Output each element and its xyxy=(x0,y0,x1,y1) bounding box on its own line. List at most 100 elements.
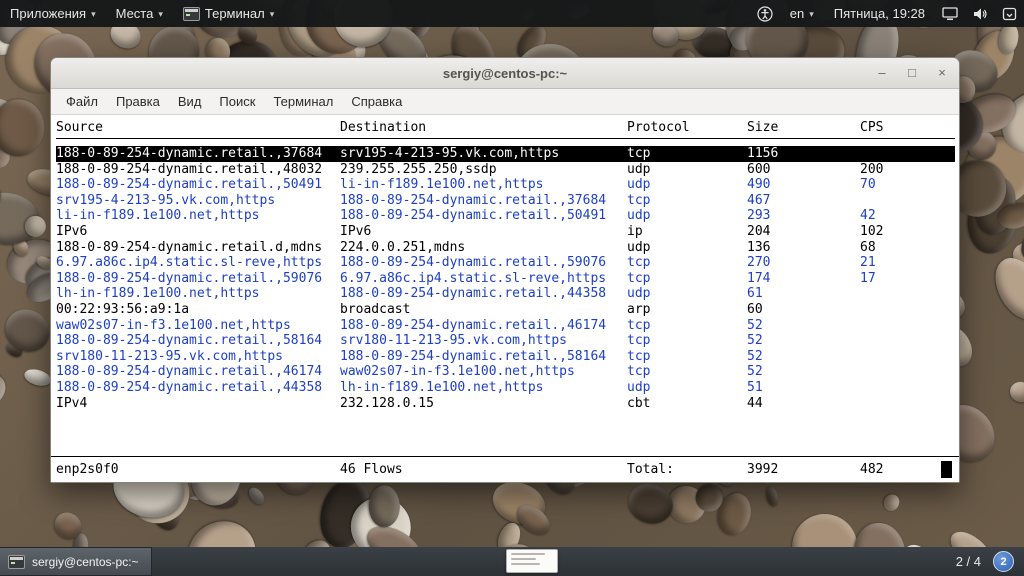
activity-indicator xyxy=(941,461,952,478)
cell-source: li-in-f189.1e100.net,https xyxy=(56,208,340,224)
cell-size: 52 xyxy=(747,349,860,365)
terminal-screen[interactable]: Source Destination Protocol Size CPS 188… xyxy=(51,115,959,482)
cell-source: IPv4 xyxy=(56,396,340,412)
cell-destination: broadcast xyxy=(340,302,627,318)
cell-destination: 188-0-89-254-dynamic.retail.,46174 xyxy=(340,318,627,334)
clock-menu[interactable]: Пятница, 19:28 xyxy=(824,0,935,27)
keyboard-layout-menu[interactable]: en ▾ xyxy=(780,0,824,27)
menu-view[interactable]: Вид xyxy=(169,91,211,112)
titlebar[interactable]: sergiy@centos-pc:~ – □ × xyxy=(51,58,959,89)
cell-size: 52 xyxy=(747,364,860,380)
cell-size: 174 xyxy=(747,271,860,287)
flow-table: 188-0-89-254-dynamic.retail.,37684srv195… xyxy=(56,146,955,411)
cell-size: 1156 xyxy=(747,146,860,162)
flow-row[interactable]: srv180-11-213-95.vk.com,https188-0-89-25… xyxy=(56,349,955,365)
cell-destination: 6.97.a86c.ip4.static.sl-reve,https xyxy=(340,271,627,287)
flow-row[interactable]: 188-0-89-254-dynamic.retail.,44358lh-in-… xyxy=(56,380,955,396)
status-interface: enp2s0f0 xyxy=(56,462,340,477)
minimize-button[interactable]: – xyxy=(875,66,889,80)
maximize-button[interactable]: □ xyxy=(905,66,919,80)
terminal-icon xyxy=(8,555,25,569)
chevron-down-icon: ▾ xyxy=(158,9,163,20)
flow-row[interactable]: li-in-f189.1e100.net,https188-0-89-254-d… xyxy=(56,208,955,224)
flow-row[interactable]: waw02s07-in-f3.1e100.net,https188-0-89-2… xyxy=(56,318,955,334)
flow-row[interactable]: 188-0-89-254-dynamic.retail.d,mdns224.0.… xyxy=(56,240,955,256)
flow-row[interactable]: 188-0-89-254-dynamic.retail.,58164srv180… xyxy=(56,333,955,349)
cell-cps xyxy=(860,146,955,162)
cell-cps xyxy=(860,286,955,302)
menu-help[interactable]: Справка xyxy=(342,91,411,112)
window-controls: – □ × xyxy=(875,58,949,88)
notification-indicator[interactable] xyxy=(995,0,1024,27)
header-protocol: Protocol xyxy=(627,119,747,138)
display-indicator[interactable] xyxy=(935,0,965,27)
cell-cps: 70 xyxy=(860,177,955,193)
cell-protocol: udp xyxy=(627,380,747,396)
taskbar-right: 2 / 4 2 xyxy=(956,551,1024,572)
window-preview-popup xyxy=(506,549,558,573)
chevron-down-icon: ▾ xyxy=(270,9,275,20)
flow-row[interactable]: 188-0-89-254-dynamic.retail.,48032239.25… xyxy=(56,162,955,178)
preview-line xyxy=(511,558,536,560)
cell-protocol: cbt xyxy=(627,396,747,412)
cell-protocol: tcp xyxy=(627,271,747,287)
menu-search[interactable]: Поиск xyxy=(210,91,264,112)
cell-destination: 188-0-89-254-dynamic.retail.,37684 xyxy=(340,193,627,209)
cell-protocol: arp xyxy=(627,302,747,318)
flow-row[interactable]: 188-0-89-254-dynamic.retail.,37684srv195… xyxy=(56,146,955,162)
cell-cps: 200 xyxy=(860,162,955,178)
flow-row[interactable]: 00:22:93:56:a9:1abroadcastarp60 xyxy=(56,302,955,318)
accessibility-menu[interactable] xyxy=(750,0,780,27)
places-menu[interactable]: Места ▾ xyxy=(106,0,173,27)
keyboard-layout-label: en xyxy=(790,6,804,21)
taskbar-item-terminal[interactable]: sergiy@centos-pc:~ xyxy=(0,547,152,576)
cell-source: srv195-4-213-95.vk.com,https xyxy=(56,193,340,209)
flow-row[interactable]: 188-0-89-254-dynamic.retail.,50491li-in-… xyxy=(56,177,955,193)
cell-cps: 42 xyxy=(860,208,955,224)
cell-protocol: tcp xyxy=(627,364,747,380)
chevron-down-icon: ▾ xyxy=(91,9,96,20)
cell-size: 60 xyxy=(747,302,860,318)
cell-protocol: tcp xyxy=(627,255,747,271)
cell-destination: srv195-4-213-95.vk.com,https xyxy=(340,146,627,162)
flow-row[interactable]: srv195-4-213-95.vk.com,https188-0-89-254… xyxy=(56,193,955,209)
flow-row[interactable]: 188-0-89-254-dynamic.retail.,590766.97.a… xyxy=(56,271,955,287)
menu-file[interactable]: Файл xyxy=(57,91,107,112)
cell-size: 204 xyxy=(747,224,860,240)
cell-size: 136 xyxy=(747,240,860,256)
cell-source: waw02s07-in-f3.1e100.net,https xyxy=(56,318,340,334)
cell-destination: 224.0.0.251,mdns xyxy=(340,240,627,256)
flow-row[interactable]: lh-in-f189.1e100.net,https188-0-89-254-d… xyxy=(56,286,955,302)
notification-badge[interactable]: 2 xyxy=(993,551,1014,572)
cell-cps: 102 xyxy=(860,224,955,240)
app-menu-terminal[interactable]: Терминал ▾ xyxy=(173,0,284,27)
cell-cps xyxy=(860,193,955,209)
close-button[interactable]: × xyxy=(935,66,949,80)
menu-edit[interactable]: Правка xyxy=(107,91,169,112)
cell-destination: 188-0-89-254-dynamic.retail.,59076 xyxy=(340,255,627,271)
flow-row[interactable]: IPv4232.128.0.15cbt44 xyxy=(56,396,955,412)
taskbar-item-label: sergiy@centos-pc:~ xyxy=(32,555,139,569)
cell-source: lh-in-f189.1e100.net,https xyxy=(56,286,340,302)
cell-cps: 17 xyxy=(860,271,955,287)
display-icon xyxy=(942,7,958,21)
tray-icon xyxy=(1002,7,1017,21)
cell-protocol: ip xyxy=(627,224,747,240)
flow-row[interactable]: 6.97.a86c.ip4.static.sl-reve,https188-0-… xyxy=(56,255,955,271)
cell-cps xyxy=(860,349,955,365)
cell-cps: 21 xyxy=(860,255,955,271)
status-total: 3992 xyxy=(747,462,860,477)
cell-cps xyxy=(860,396,955,412)
cell-destination: 188-0-89-254-dynamic.retail.,50491 xyxy=(340,208,627,224)
volume-indicator[interactable] xyxy=(965,0,995,27)
preview-line xyxy=(511,553,545,555)
status-bar: enp2s0f0 46 Flows Total: 3992 482 xyxy=(51,456,959,482)
menu-terminal[interactable]: Терминал xyxy=(264,91,342,112)
applications-menu[interactable]: Приложения ▾ xyxy=(0,0,106,27)
header-cps: CPS xyxy=(860,119,955,138)
workspace-pager[interactable]: 2 / 4 xyxy=(956,554,981,569)
speaker-icon xyxy=(972,7,988,21)
flow-row[interactable]: IPv6IPv6ip204102 xyxy=(56,224,955,240)
cell-protocol: tcp xyxy=(627,318,747,334)
flow-row[interactable]: 188-0-89-254-dynamic.retail.,46174waw02s… xyxy=(56,364,955,380)
